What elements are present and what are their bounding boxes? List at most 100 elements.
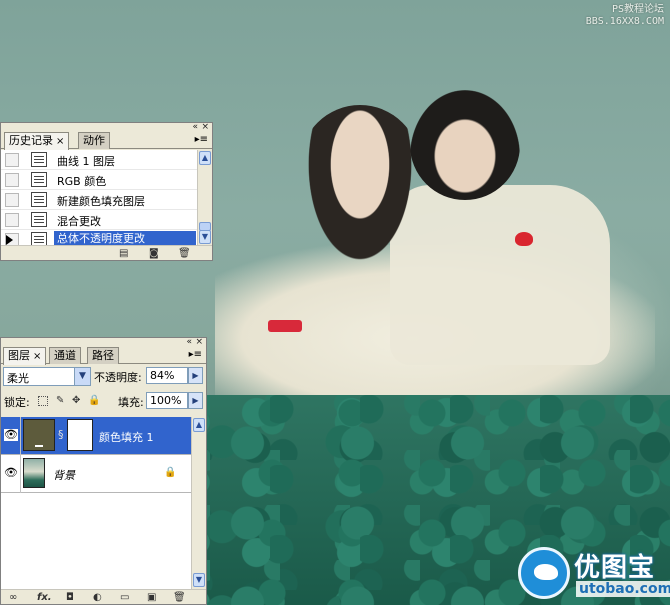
lock-move-icon[interactable]: ✥ — [72, 396, 82, 406]
scroll-up-icon[interactable]: ▲ — [193, 418, 205, 432]
document-icon — [31, 232, 47, 246]
history-item-label: 曲线 1 图层 — [57, 155, 115, 168]
tab-channels[interactable]: 通道 — [49, 347, 81, 364]
red-sash — [268, 320, 302, 332]
lock-transparency-icon[interactable] — [38, 396, 48, 406]
layer-row-background[interactable]: 👁 背景 🔒 — [1, 455, 194, 493]
blend-row: 柔光 ▼ 不透明度: 84% ▶ — [1, 365, 206, 387]
history-item-label: 总体不透明度更改 — [54, 231, 196, 246]
tab-history[interactable]: 历史记录 × — [4, 132, 70, 150]
adjustment-icon[interactable]: ◐ — [93, 592, 102, 603]
new-layer-icon[interactable]: ▣ — [147, 592, 156, 603]
watermark-logo: 优图宝 utobao.com — [512, 543, 670, 605]
opacity-input[interactable]: 84% — [146, 367, 188, 384]
trash-icon[interactable]: 🗑 — [178, 248, 191, 259]
history-item-label: 新建颜色填充图层 — [57, 195, 145, 208]
camera-icon[interactable]: ◙ — [149, 248, 159, 259]
mask-icon[interactable]: ◘ — [66, 592, 74, 603]
document-icon — [31, 172, 47, 187]
logo-url: utobao.com — [576, 581, 670, 597]
watermark-line1: PS教程论坛 — [611, 4, 664, 15]
logo-name: 优图宝 — [574, 553, 656, 583]
layer-divider — [20, 455, 21, 493]
blend-mode-value: 柔光 — [7, 372, 29, 385]
history-item[interactable]: 新建颜色填充图层 — [1, 190, 198, 210]
blend-mode-select[interactable]: 柔光 ▼ — [3, 367, 91, 386]
document-icon — [31, 192, 47, 207]
history-item[interactable]: RGB 颜色 — [1, 170, 198, 190]
collapse-icon[interactable]: « — [192, 123, 198, 132]
source-checkbox[interactable] — [5, 193, 19, 207]
layers-tabs: 图层 × 通道 路径 ▸≡ — [1, 347, 206, 365]
history-item-selected[interactable]: 总体不透明度更改 — [1, 230, 198, 246]
link-icon[interactable]: § — [58, 428, 64, 441]
layer-divider — [20, 417, 21, 455]
lock-brush-icon[interactable]: ✎ — [56, 396, 66, 406]
history-tabs: 历史记录 × 动作 ▸≡ — [1, 132, 212, 150]
bird-logo-icon — [518, 547, 570, 599]
layers-list: 👁 § 颜色填充 1 👁 背景 🔒 — [1, 417, 194, 589]
trash-icon[interactable]: 🗑 — [173, 592, 186, 603]
close-icon[interactable]: × — [195, 338, 203, 347]
panel-menu-icon[interactable]: ▸≡ — [195, 135, 208, 145]
tab-actions-label: 动作 — [83, 134, 105, 147]
opacity-label: 不透明度: — [94, 371, 142, 384]
background-thumbnail[interactable] — [23, 458, 45, 488]
watermark-top: PS教程论坛 BBS.16XX8.COM — [586, 4, 664, 28]
close-icon[interactable]: × — [201, 123, 209, 132]
eye-icon[interactable]: 👁 — [4, 429, 18, 441]
fill-label: 填充: — [118, 396, 144, 409]
source-checkbox[interactable] — [5, 153, 19, 167]
fill-slider-icon[interactable]: ▶ — [188, 392, 203, 409]
scroll-down-icon[interactable]: ▼ — [193, 573, 205, 587]
scroll-down-icon[interactable]: ▼ — [199, 230, 211, 244]
history-list: 曲线 1 图层 RGB 颜色 新建颜色填充图层 混合更改 总体不透明度更改 — [1, 150, 198, 246]
history-scrollbar[interactable]: ▲ ▼ — [197, 150, 212, 246]
tab-layers[interactable]: 图层 × — [3, 347, 47, 365]
history-item[interactable]: 混合更改 — [1, 210, 198, 230]
panel-menu-icon[interactable]: ▸≡ — [189, 350, 202, 360]
tab-history-label: 历史记录 — [9, 134, 53, 147]
scroll-up-icon[interactable]: ▲ — [199, 151, 211, 165]
document-icon — [31, 152, 47, 167]
history-item-label: RGB 颜色 — [57, 175, 107, 188]
tab-close-icon[interactable]: × — [33, 351, 41, 362]
layer-mask-thumbnail[interactable] — [67, 419, 93, 451]
tab-paths[interactable]: 路径 — [87, 347, 119, 364]
lock-label: 锁定: — [4, 396, 30, 409]
opacity-slider-icon[interactable]: ▶ — [188, 367, 203, 384]
tab-actions[interactable]: 动作 — [78, 132, 110, 149]
tab-close-icon[interactable]: × — [56, 136, 64, 147]
tab-paths-label: 路径 — [92, 349, 114, 362]
layer-name[interactable]: 颜色填充 1 — [99, 429, 154, 445]
lock-all-icon[interactable]: 🔒 — [88, 396, 100, 406]
layers-panel: « × 图层 × 通道 路径 ▸≡ 柔光 ▼ 不透明度: 84% ▶ 锁定: ✎ … — [0, 337, 207, 605]
panel-titlebar[interactable]: « × — [1, 123, 212, 132]
link-icon[interactable]: ∞ — [9, 592, 17, 603]
source-checkbox[interactable] — [5, 173, 19, 187]
eye-icon[interactable]: 👁 — [4, 467, 18, 479]
history-panel: « × 历史记录× 动作 ▸≡ 曲线 1 图层 RGB 颜色 新建颜色填充图层 — [0, 122, 213, 261]
document-icon — [31, 212, 47, 227]
panel-titlebar[interactable]: « × — [1, 338, 206, 347]
layer-row-color-fill[interactable]: 👁 § 颜色填充 1 — [1, 417, 194, 455]
fill-layer-thumbnail[interactable] — [23, 419, 55, 451]
layers-scrollbar[interactable]: ▲ ▼ — [191, 417, 206, 589]
history-state-marker-icon — [6, 235, 13, 245]
fill-input[interactable]: 100% — [146, 392, 188, 409]
source-checkbox[interactable] — [5, 213, 19, 227]
folder-icon[interactable]: ▭ — [120, 592, 129, 603]
lock-icon: 🔒 — [164, 467, 177, 478]
history-item[interactable]: 曲线 1 图层 — [1, 150, 198, 170]
rose-boutonniere — [515, 232, 533, 246]
new-snapshot-icon[interactable]: ▤ — [119, 248, 128, 259]
layer-name[interactable]: 背景 — [53, 467, 75, 483]
groom-figure — [410, 90, 520, 200]
history-footer: ▤ ◙ 🗑 — [1, 245, 212, 260]
bride-figure — [300, 105, 420, 275]
chevron-down-icon[interactable]: ▼ — [74, 368, 90, 385]
tab-layers-label: 图层 — [8, 349, 30, 362]
fx-icon[interactable]: fx. — [37, 592, 52, 603]
lock-row: 锁定: ✎ ✥ 🔒 填充: 100% ▶ — [1, 391, 206, 413]
collapse-icon[interactable]: « — [186, 338, 192, 347]
